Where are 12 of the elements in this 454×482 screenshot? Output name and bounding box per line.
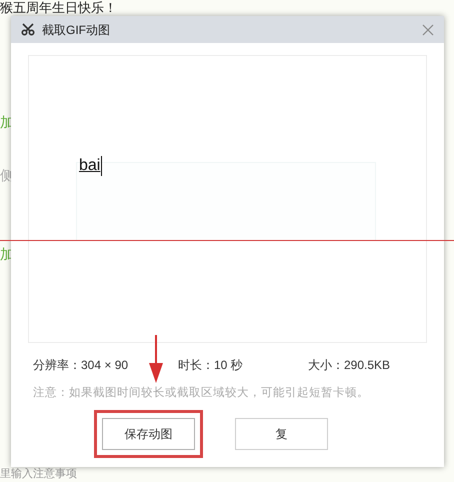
hint-text: 里输入注意事项 [0, 468, 77, 481]
typed-text: bai [79, 156, 102, 176]
close-icon[interactable] [422, 24, 434, 36]
page-heading: 猴五周年生日快乐！ [0, 0, 117, 15]
note-text: 注意：如果截图时间较长或截取区域较大，可能引起短暂卡顿。 [32, 385, 370, 401]
stat-text: 时长：10 秒 [178, 357, 244, 374]
scissors-icon [21, 23, 35, 36]
stat-text: 分辨率：304 × 90 [33, 357, 130, 374]
stat-text: 大小：290.5KB [308, 357, 390, 374]
dialog-title: 截取GIF动图 [42, 22, 111, 38]
annotation-arrow [148, 335, 164, 383]
dialog-button[interactable]: 复 [235, 418, 328, 450]
